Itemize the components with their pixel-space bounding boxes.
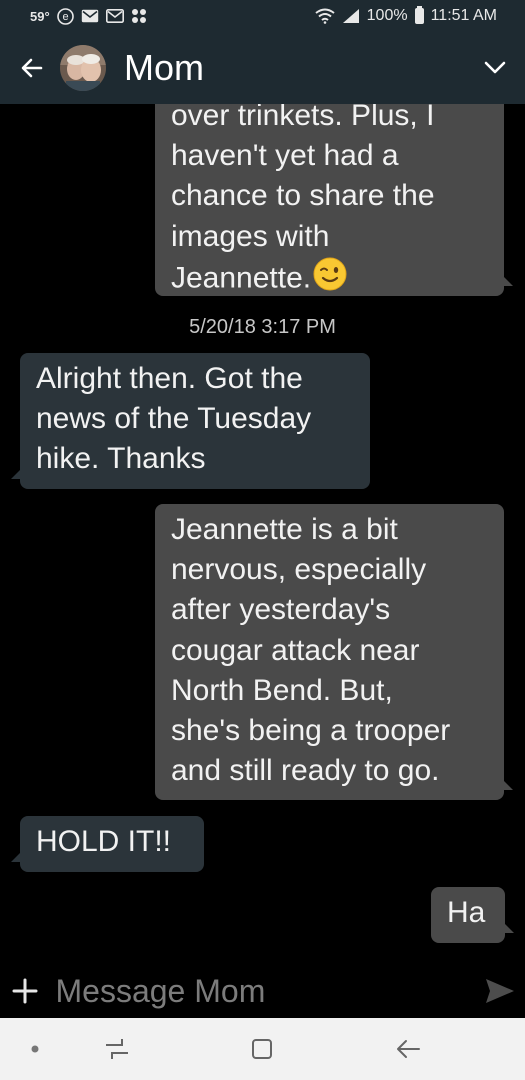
- send-button[interactable]: [476, 964, 525, 1018]
- bubble-tail: [11, 850, 23, 862]
- message-timestamp: 5/20/18 3:17 PM: [189, 316, 336, 338]
- chevron-down-icon: [484, 61, 506, 74]
- message-line: Jeannette is a bit: [171, 513, 398, 546]
- message-line: she's being a trooper: [171, 714, 451, 748]
- send-icon: [486, 979, 515, 1003]
- conversation-header: Mom: [0, 32, 525, 104]
- back-arrow-icon: [21, 58, 43, 78]
- contact-name[interactable]: Mom: [124, 47, 465, 89]
- message-bubble-incoming[interactable]: Alright then. Got the news of the Tuesda…: [11, 353, 370, 489]
- message-bubble-outgoing[interactable]: Ha: [431, 887, 514, 943]
- composer-bar: [0, 964, 525, 1018]
- avatar[interactable]: [60, 45, 106, 91]
- e-app-icon: e: [56, 7, 74, 25]
- home-icon: [252, 1039, 272, 1059]
- message-line: images with: [171, 219, 330, 253]
- dot-icon: [31, 1045, 39, 1053]
- recent-apps-icon: [106, 1039, 128, 1059]
- bubble-tail: [501, 778, 513, 790]
- message-bubble-incoming[interactable]: HOLD IT!!: [11, 816, 204, 872]
- message-line: Ha: [447, 896, 486, 929]
- system-navigation-bar: [0, 1018, 525, 1080]
- back-nav-button[interactable]: [373, 1018, 443, 1080]
- back-nav-icon: [397, 1040, 420, 1058]
- wifi-icon: [315, 8, 335, 24]
- battery-percent: 100%: [366, 7, 408, 24]
- message-line: over trinkets. Plus, I: [171, 104, 435, 132]
- message-line: news of the Tuesday: [36, 402, 312, 436]
- message-line: and still ready to go.: [171, 754, 440, 788]
- home-button[interactable]: [227, 1018, 297, 1080]
- message-line: chance to share the: [171, 179, 435, 213]
- signal-icon: [342, 8, 360, 24]
- nav-dot-button[interactable]: [0, 1018, 70, 1080]
- message-line-text: Jeannette.: [171, 261, 312, 295]
- details-toggle-button[interactable]: [465, 32, 525, 104]
- message-list[interactable]: over trinkets. Plus, I haven't yet had a…: [0, 104, 525, 964]
- message-line: Alright then. Got the: [36, 362, 303, 395]
- message-line: nervous, especially: [171, 553, 427, 587]
- clock: 11:51 AM: [430, 7, 497, 24]
- bubble-tail: [11, 467, 23, 479]
- dots-app-icon: [131, 8, 147, 24]
- svg-text:e: e: [62, 11, 68, 23]
- status-left: 59° e: [30, 7, 147, 25]
- message-line: after yesterday's: [171, 593, 391, 627]
- message-line: North Bend. But,: [171, 673, 393, 707]
- message-input[interactable]: [49, 972, 476, 1010]
- back-button[interactable]: [0, 32, 64, 104]
- temperature: 59°: [30, 8, 50, 24]
- add-attachment-button[interactable]: [0, 964, 50, 1018]
- battery-icon: [414, 6, 424, 24]
- message-line: cougar attack near: [171, 633, 420, 667]
- message-line: hike. Thanks: [36, 442, 206, 476]
- winking-face-emoji: [313, 257, 347, 302]
- status-right: 100% 11:51 AM: [315, 6, 497, 25]
- bubble-tail: [501, 274, 513, 286]
- message-line: haven't yet had a: [171, 139, 399, 173]
- mail-icon: [81, 9, 99, 23]
- message-bubble-outgoing[interactable]: over trinkets. Plus, I haven't yet had a…: [155, 104, 513, 296]
- message-line: Jeannette.: [171, 257, 488, 302]
- message-bubble-outgoing[interactable]: Jeannette is a bit nervous, especially a…: [155, 504, 513, 800]
- recent-apps-button[interactable]: [82, 1018, 152, 1080]
- bubble-tail: [502, 921, 514, 933]
- mail-icon: [105, 9, 124, 23]
- plus-icon: [12, 978, 38, 1004]
- status-bar: 59° e 100% 11:51 AM: [0, 0, 525, 32]
- message-line: HOLD IT!!: [36, 825, 172, 858]
